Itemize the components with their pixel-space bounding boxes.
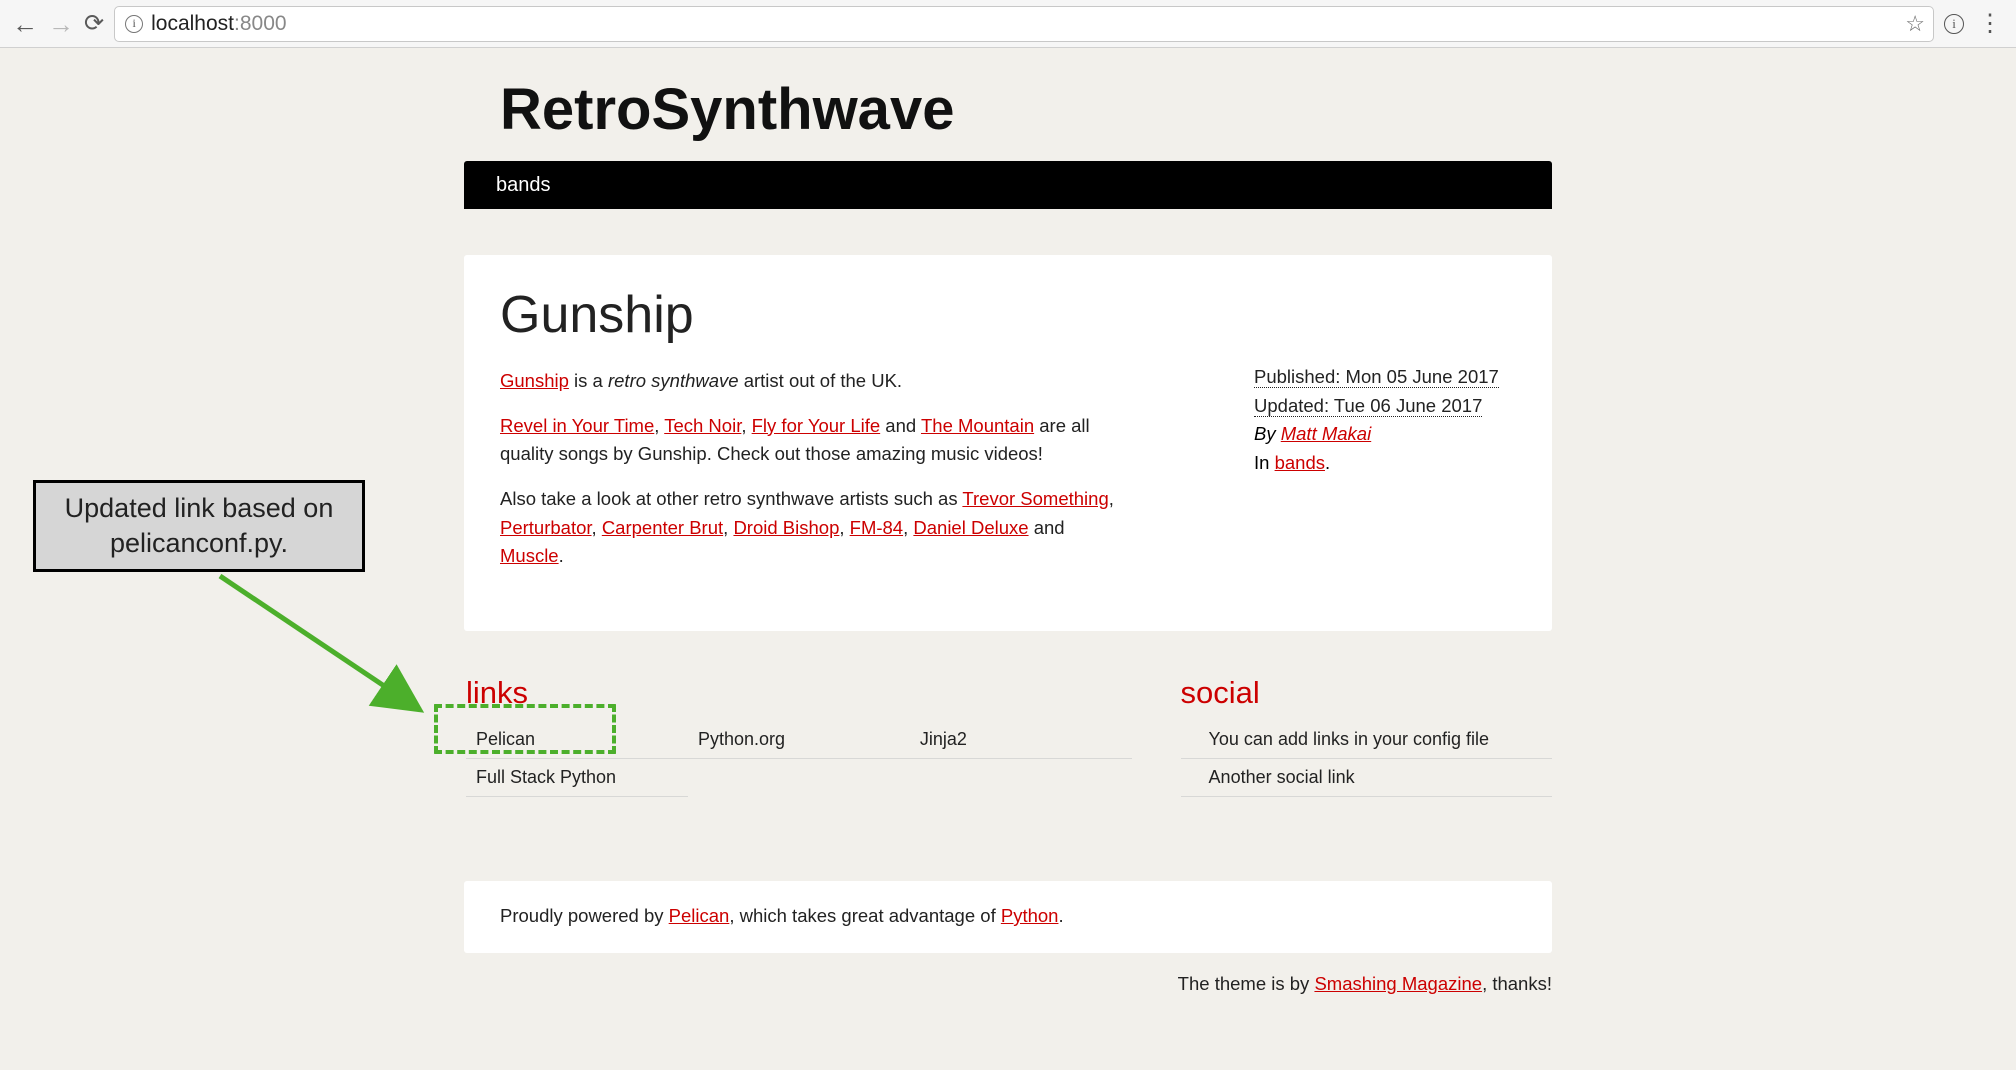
text: Published:	[1254, 366, 1346, 387]
meta-category: In bands.	[1254, 449, 1514, 478]
text: , which takes great advantage of	[729, 905, 1001, 926]
link-carpenter-brut[interactable]: Carpenter Brut	[602, 517, 723, 538]
link-tech-noir[interactable]: Tech Noir	[664, 415, 741, 436]
text: artist out of the UK.	[739, 370, 903, 391]
browser-toolbar: ← → ⟳ i localhost:8000 ☆ i ⋮	[0, 0, 2016, 48]
social-list: You can add links in your config file An…	[1181, 721, 1552, 797]
forward-button[interactable]: →	[48, 11, 74, 37]
back-button[interactable]: ←	[12, 11, 38, 37]
links-column-2: Jinja2	[910, 721, 1132, 797]
page: RetroSynthwave bands Gunship Gunship is …	[464, 48, 1552, 1011]
text: By	[1254, 423, 1281, 444]
article-title: Gunship	[500, 285, 1516, 345]
site-title: RetroSynthwave	[464, 48, 1552, 161]
paragraph: Also take a look at other retro synthwav…	[500, 485, 1130, 571]
url-text: localhost:8000	[151, 12, 286, 36]
paragraph: Revel in Your Time, Tech Noir, Fly for Y…	[500, 412, 1130, 469]
text: ,	[1109, 488, 1114, 509]
article-meta: Published: Mon 05 June 2017 Updated: Tue…	[1254, 363, 1514, 478]
text: and	[1029, 517, 1065, 538]
links-section: links Pelican Full Stack Python Python.o…	[464, 675, 1139, 797]
text: Proudly powered by	[500, 905, 669, 926]
viewport: Updated link based on pelicanconf.py. Re…	[0, 48, 2016, 1070]
text: .	[559, 545, 564, 566]
article-body: Gunship is a retro synthwave artist out …	[500, 367, 1130, 571]
text: ,	[741, 415, 751, 436]
social-link-0[interactable]: You can add links in your config file	[1181, 721, 1552, 759]
text: Mon 05 June 2017	[1346, 366, 1499, 387]
text: ,	[723, 517, 733, 538]
text: .	[1325, 452, 1330, 473]
text: In	[1254, 452, 1275, 473]
text: The theme is by	[1178, 973, 1315, 994]
annotation-arrow	[200, 570, 460, 770]
text: .	[1058, 905, 1063, 926]
text: ,	[903, 517, 913, 538]
link-jinja2[interactable]: Jinja2	[910, 721, 1132, 759]
site-info-icon[interactable]: i	[125, 15, 143, 33]
link-fm-84[interactable]: FM-84	[850, 517, 903, 538]
meta-published: Published: Mon 05 June 2017	[1254, 363, 1514, 392]
link-daniel-deluxe[interactable]: Daniel Deluxe	[913, 517, 1028, 538]
link-category-bands[interactable]: bands	[1275, 452, 1325, 473]
extension-info-icon[interactable]: i	[1944, 14, 1964, 34]
theme-credit: The theme is by Smashing Magazine, thank…	[464, 953, 1552, 1011]
text: Tue 06 June 2017	[1334, 395, 1482, 416]
lower-sections: links Pelican Full Stack Python Python.o…	[464, 675, 1552, 797]
link-gunship[interactable]: Gunship	[500, 370, 569, 391]
link-droid-bishop[interactable]: Droid Bishop	[733, 517, 839, 538]
link-smashing-magazine[interactable]: Smashing Magazine	[1314, 973, 1482, 994]
link-pelican[interactable]: Pelican	[466, 721, 688, 759]
text: , thanks!	[1482, 973, 1552, 994]
article-card: Gunship Gunship is a retro synthwave art…	[464, 255, 1552, 631]
links-column-1: Python.org	[688, 721, 910, 797]
navbar: bands	[464, 161, 1552, 209]
link-the-mountain[interactable]: The Mountain	[921, 415, 1034, 436]
text: Also take a look at other retro synthwav…	[500, 488, 962, 509]
address-bar[interactable]: i localhost:8000 ☆	[114, 6, 1934, 42]
link-perturbator[interactable]: Perturbator	[500, 517, 592, 538]
link-fly-for-your-life[interactable]: Fly for Your Life	[752, 415, 881, 436]
link-trevor-something[interactable]: Trevor Something	[962, 488, 1108, 509]
social-heading: social	[1181, 675, 1552, 711]
links-columns: Pelican Full Stack Python Python.org Jin…	[466, 721, 1139, 797]
paragraph: Gunship is a retro synthwave artist out …	[500, 367, 1130, 396]
chrome-menu-icon[interactable]: ⋮	[1978, 12, 2002, 36]
nav-item-bands[interactable]: bands	[496, 174, 551, 197]
link-author[interactable]: Matt Makai	[1281, 423, 1371, 444]
social-link-1[interactable]: Another social link	[1181, 759, 1552, 797]
footer: Proudly powered by Pelican, which takes …	[464, 881, 1552, 953]
meta-updated: Updated: Tue 06 June 2017	[1254, 392, 1514, 421]
link-footer-pelican[interactable]: Pelican	[669, 905, 730, 926]
annotation-callout: Updated link based on pelicanconf.py.	[33, 480, 365, 572]
links-heading: links	[466, 675, 1139, 711]
reload-button[interactable]: ⟳	[84, 9, 104, 38]
chrome-right-icons: i ⋮	[1944, 12, 2006, 36]
text: and	[880, 415, 921, 436]
text: ,	[654, 415, 664, 436]
text: is a	[569, 370, 608, 391]
link-python-org[interactable]: Python.org	[688, 721, 910, 759]
meta-author: By Matt Makai	[1254, 420, 1514, 449]
link-revel-in-your-time[interactable]: Revel in Your Time	[500, 415, 654, 436]
link-muscle[interactable]: Muscle	[500, 545, 559, 566]
text-emphasis: retro synthwave	[608, 370, 739, 391]
link-full-stack-python[interactable]: Full Stack Python	[466, 759, 688, 797]
link-footer-python[interactable]: Python	[1001, 905, 1059, 926]
links-column-0: Pelican Full Stack Python	[466, 721, 688, 797]
social-section: social You can add links in your config …	[1139, 675, 1552, 797]
annotation-text: Updated link based on pelicanconf.py.	[46, 491, 352, 561]
text: ,	[592, 517, 602, 538]
text: Updated:	[1254, 395, 1334, 416]
text: ,	[839, 517, 849, 538]
bookmark-star-icon[interactable]: ☆	[1905, 11, 1925, 37]
